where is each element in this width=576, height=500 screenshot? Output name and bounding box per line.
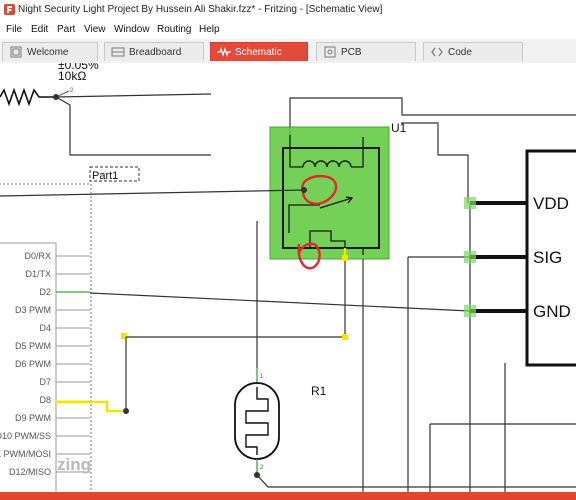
wire[interactable] (89, 292, 471, 312)
view-tab-bar: Welcome Breadboard Schematic PCB Code (0, 39, 576, 64)
resistor-pin-number: 2 (70, 88, 74, 94)
tab-code[interactable]: Code (423, 42, 523, 61)
tab-pcb-label: PCB (341, 47, 362, 58)
arduino-pin-label: D9 PWM (15, 413, 51, 423)
arduino-pin-label: D4 (39, 323, 51, 333)
relay-component[interactable] (269, 126, 390, 260)
pin-connector-highlight (464, 251, 476, 263)
junction (123, 408, 129, 414)
schematic-canvas[interactable]: ±0.05% 10kΩ 2 U1 Part1 D0/RX D1/TX D2 D3… (0, 63, 576, 500)
arduino-pin-label: D6 PWM (15, 359, 51, 369)
arduino-pin-label: D5 PWM (15, 341, 51, 351)
tab-schematic[interactable]: Schematic (210, 42, 308, 61)
tab-breadboard-label: Breadboard (129, 47, 182, 58)
tab-code-label: Code (448, 47, 472, 58)
arduino-pin-label: D12/MISO (9, 467, 51, 477)
menu-routing[interactable]: Routing (157, 24, 191, 35)
tab-schematic-label: Schematic (235, 47, 282, 58)
pcb-icon (324, 46, 336, 58)
sensor-pin-label-sig: SIG (533, 248, 562, 267)
menu-help[interactable]: Help (199, 24, 220, 35)
code-icon (431, 47, 443, 57)
menu-edit[interactable]: Edit (31, 24, 48, 35)
bottom-toolbar (0, 492, 576, 500)
arduino-pin-label: D8 (39, 395, 51, 405)
wire[interactable] (256, 474, 576, 488)
menu-window[interactable]: Window (114, 24, 150, 35)
pin-connector-highlight (464, 197, 476, 209)
fritzing-watermark: zing (57, 455, 91, 474)
junction (301, 187, 307, 193)
arduino-body (0, 242, 57, 500)
menu-view[interactable]: View (84, 24, 106, 35)
tab-breadboard[interactable]: Breadboard (104, 42, 204, 61)
wire[interactable] (55, 93, 212, 98)
arduino-pin-label: D1/TX (25, 269, 51, 279)
arduino-pin-label: D7 (39, 377, 51, 387)
pin-connector-highlight (464, 305, 476, 317)
welcome-icon (10, 46, 22, 58)
title-bar: Night Security Light Project By Hussein … (0, 0, 576, 21)
resistor-value: 10kΩ (58, 69, 86, 83)
menu-part[interactable]: Part (57, 24, 75, 35)
wire[interactable] (0, 189, 305, 197)
breadboard-icon (111, 47, 125, 57)
schematic-icon (217, 47, 231, 57)
wire-endpoint (342, 255, 348, 261)
resistor-symbol[interactable] (0, 87, 56, 107)
wire[interactable] (401, 122, 469, 203)
wire-endpoint (342, 334, 348, 340)
arduino-label: Part1 (92, 170, 118, 182)
arduino-pin-label: D2 (39, 287, 51, 297)
tab-welcome[interactable]: Welcome (2, 42, 98, 61)
menu-file[interactable]: File (6, 24, 22, 35)
menu-bar: File Edit Part View Window Routing Help (0, 20, 576, 39)
ldr-pin-number: 1 (260, 374, 264, 380)
schematic-drawing[interactable]: ±0.05% 10kΩ 2 U1 Part1 D0/RX D1/TX D2 D3… (0, 63, 576, 500)
window-title: Night Security Light Project By Hussein … (18, 4, 383, 15)
sensor-pin-label-gnd: GND (533, 302, 571, 321)
wire-highlighted[interactable] (90, 400, 126, 413)
arduino-pin-label: D11 PWM/MOSI (0, 449, 51, 459)
ldr-resistive-track (245, 387, 269, 455)
arduino-pin-label: D0/RX (24, 251, 51, 261)
arduino-pin-label: D3 PWM (15, 305, 51, 315)
arduino-pin-label: D10 PWM/SS (0, 431, 51, 441)
ldr-label: R1 (311, 384, 327, 398)
sensor-pin-label-vdd: VDD (533, 194, 569, 213)
tab-welcome-label: Welcome (27, 47, 69, 58)
ldr-pin-number: 2 (260, 465, 264, 471)
tab-pcb[interactable]: PCB (316, 42, 416, 61)
wire[interactable] (55, 96, 211, 156)
fritzing-app-icon (4, 4, 15, 15)
